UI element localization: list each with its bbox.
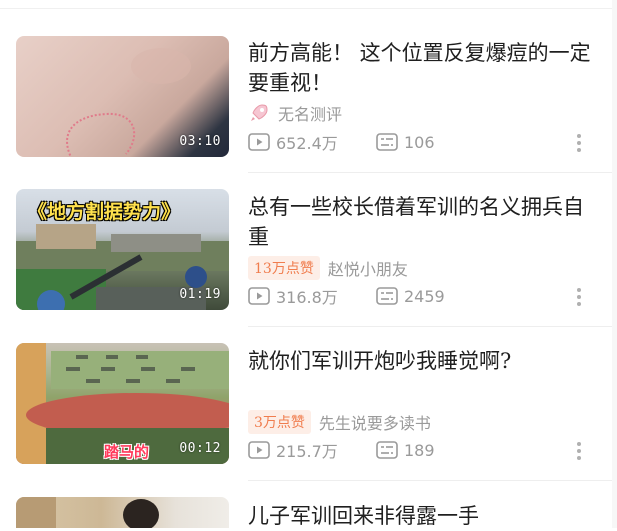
video-author[interactable]: 无名测评 bbox=[278, 101, 342, 125]
danmaku-icon bbox=[376, 441, 398, 459]
video-title[interactable]: 总有一些校长借着军训的名义拥兵自重 bbox=[248, 192, 593, 252]
play-icon bbox=[248, 133, 270, 151]
thumbnail-caption: 《地方割据势力》 bbox=[28, 201, 181, 223]
likes-badge: 13万点赞 bbox=[248, 256, 320, 280]
thumbnail-caption: 踏马的 bbox=[104, 443, 150, 461]
video-stats: 652.4万 106 bbox=[248, 130, 435, 154]
video-stats: 316.8万 2459 bbox=[248, 284, 445, 308]
play-icon bbox=[248, 441, 270, 459]
comment-count: 2459 bbox=[376, 287, 445, 306]
card-divider bbox=[248, 480, 612, 481]
video-meta: 3万点赞 先生说要多读书 bbox=[248, 410, 431, 434]
top-divider bbox=[0, 0, 612, 9]
comment-count: 189 bbox=[376, 441, 435, 460]
video-duration: 03:10 bbox=[179, 134, 221, 149]
video-title[interactable]: 前方高能！ 这个位置反复爆痘的一定要重视！ bbox=[248, 38, 593, 98]
video-duration: 01:19 bbox=[179, 287, 221, 302]
danmaku-icon bbox=[376, 133, 398, 151]
more-options-icon[interactable] bbox=[571, 439, 587, 463]
card-divider bbox=[248, 326, 612, 327]
more-options-icon[interactable] bbox=[571, 285, 587, 309]
play-icon bbox=[248, 287, 270, 305]
thumbnail-art bbox=[16, 497, 159, 528]
card-divider bbox=[248, 172, 612, 173]
video-thumbnail[interactable]: 踏马的 00:12 bbox=[16, 343, 229, 464]
video-author[interactable]: 赵悦小朋友 bbox=[328, 256, 408, 280]
video-meta: 无名测评 bbox=[248, 101, 342, 125]
view-count: 215.7万 bbox=[248, 438, 376, 462]
video-author[interactable]: 先生说要多读书 bbox=[319, 410, 431, 434]
video-title[interactable]: 儿子军训回来非得露一手 bbox=[248, 501, 593, 531]
comment-count: 106 bbox=[376, 133, 435, 152]
likes-badge: 3万点赞 bbox=[248, 410, 311, 434]
more-options-icon[interactable] bbox=[571, 131, 587, 155]
view-count: 652.4万 bbox=[248, 130, 376, 154]
video-title[interactable]: 就你们军训开炮吵我睡觉啊? bbox=[248, 346, 593, 376]
video-thumbnail[interactable]: 《地方割据势力》 01:19 bbox=[16, 189, 229, 310]
view-count: 316.8万 bbox=[248, 284, 376, 308]
video-thumbnail[interactable]: 03:10 bbox=[16, 36, 229, 157]
danmaku-icon bbox=[376, 287, 398, 305]
rocket-icon bbox=[251, 104, 268, 121]
scroll-edge bbox=[612, 0, 617, 528]
video-duration: 00:12 bbox=[179, 441, 221, 456]
video-thumbnail[interactable] bbox=[16, 497, 229, 528]
video-meta: 13万点赞 赵悦小朋友 bbox=[248, 256, 408, 280]
video-stats: 215.7万 189 bbox=[248, 438, 435, 462]
